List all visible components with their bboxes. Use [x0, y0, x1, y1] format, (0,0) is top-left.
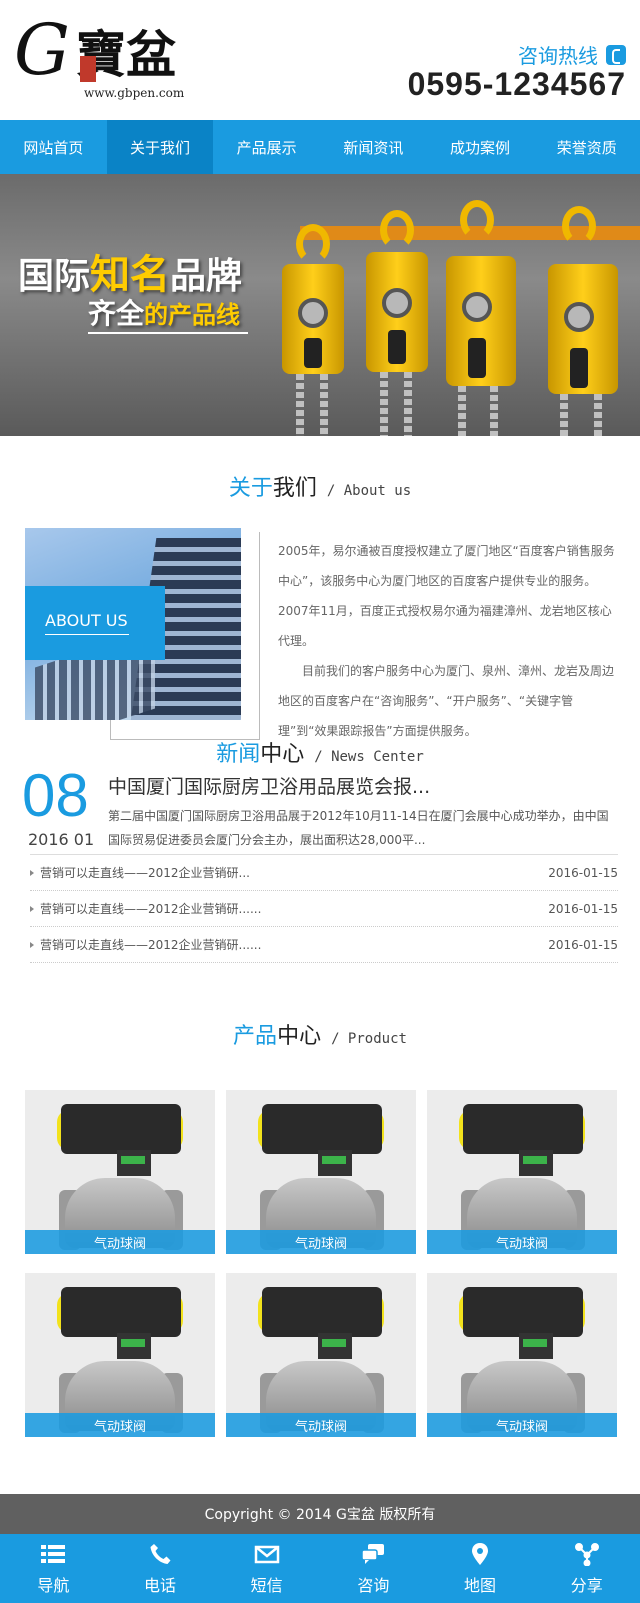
news-list: 营销可以走直线——2012企业营销研... 2016-01-15 营销可以走直线…	[30, 854, 618, 963]
main-nav: 网站首页 关于我们 产品展示 新闻资讯 成功案例 荣誉资质	[0, 120, 640, 174]
product-card[interactable]: 气动球阀	[226, 1090, 416, 1254]
product-name: 气动球阀	[427, 1413, 617, 1437]
product-card[interactable]: 气动球阀	[427, 1273, 617, 1437]
product-card[interactable]: 气动球阀	[25, 1273, 215, 1437]
logo-url: www.gbpen.com	[84, 86, 185, 100]
product-card[interactable]: 气动球阀	[427, 1090, 617, 1254]
product-name: 气动球阀	[25, 1413, 215, 1437]
bottom-bar-share[interactable]: 分享	[533, 1534, 640, 1603]
chain-hoist-image	[366, 210, 428, 372]
hero-banner[interactable]: 国际知名品牌 齐全的产品线	[0, 174, 640, 436]
mail-icon	[254, 1545, 279, 1563]
valve-actuator-image	[262, 1104, 382, 1154]
chain-image	[404, 372, 412, 436]
product-name: 气动球阀	[25, 1230, 215, 1254]
chain-image	[320, 374, 328, 436]
about-title: 关于我们 / About us	[228, 476, 412, 501]
phone-number[interactable]: 0595-1234567	[408, 66, 626, 103]
news-date: 2016-01-15	[548, 937, 618, 952]
nav-item-honors[interactable]: 荣誉资质	[533, 120, 640, 174]
chain-image	[560, 394, 568, 436]
news-section: 新闻中心 / News Center 08 2016 01 中国厦门国际厨房卫浴用…	[0, 726, 640, 1006]
about-us-badge[interactable]: ABOUT US	[25, 586, 165, 660]
phone-icon	[606, 44, 626, 65]
bottom-bar-phone[interactable]: 电话	[107, 1534, 214, 1603]
valve-actuator-image	[61, 1104, 181, 1154]
product-name: 气动球阀	[427, 1230, 617, 1254]
banner-slogan-line2: 齐全的产品线	[88, 297, 241, 330]
news-title: 新闻中心 / News Center	[216, 742, 424, 767]
about-paragraph: 2005年，易尔通被百度授权建立了厦门地区“百度客户销售服务中心”，该服务中心为…	[278, 544, 615, 648]
chain-image	[296, 374, 304, 436]
chain-hoist-image	[548, 206, 618, 394]
valve-actuator-image	[61, 1287, 181, 1337]
chain-image	[490, 386, 498, 436]
valve-actuator-image	[463, 1287, 583, 1337]
news-date: 2016-01-15	[548, 901, 618, 916]
products-title: 产品中心 / Product	[233, 1024, 407, 1049]
bottom-bar-consult[interactable]: 咨询	[320, 1534, 427, 1603]
nav-item-products[interactable]: 产品展示	[213, 120, 320, 174]
product-name: 气动球阀	[226, 1413, 416, 1437]
copyright: Copyright © 2014 G宝盆 版权所有	[0, 1494, 640, 1534]
menu-icon	[41, 1544, 66, 1563]
about-text: 2005年，易尔通被百度授权建立了厦门地区“百度客户销售服务中心”，该服务中心为…	[278, 536, 618, 746]
valve-actuator-image	[262, 1287, 382, 1337]
chain-image	[458, 386, 466, 436]
phone-icon	[150, 1543, 171, 1564]
bottom-action-bar: 导航 电话 短信 咨询 地图 分享	[0, 1534, 640, 1603]
chain-image	[594, 394, 602, 436]
product-card[interactable]: 气动球阀	[226, 1273, 416, 1437]
arrow-right-icon	[30, 869, 34, 876]
news-featured-year-month: 2016 01	[28, 830, 95, 849]
chat-icon	[361, 1543, 385, 1564]
banner-underline	[88, 332, 248, 334]
bottom-bar-map[interactable]: 地图	[427, 1534, 534, 1603]
share-icon	[574, 1542, 599, 1566]
news-featured-day: 08	[22, 762, 89, 829]
hotline-label: 咨询热线	[518, 44, 598, 68]
news-list-item[interactable]: 营销可以走直线——2012企业营销研...... 2016-01-15	[30, 891, 618, 927]
news-list-item[interactable]: 营销可以走直线——2012企业营销研... 2016-01-15	[30, 855, 618, 891]
arrow-right-icon	[30, 905, 34, 912]
svg-text:G: G	[14, 12, 70, 91]
products-section: 产品中心 / Product 气动球阀 气动球阀 气动球阀 气动球阀 气动球阀 气…	[0, 1006, 640, 1466]
bottom-bar-sms[interactable]: 短信	[213, 1534, 320, 1603]
nav-item-cases[interactable]: 成功案例	[427, 120, 534, 174]
chain-hoist-image	[282, 224, 344, 374]
site-header: G 寶盆 www.gbpen.com 咨询热线 0595-1234567	[0, 0, 640, 120]
news-featured-headline[interactable]: 中国厦门国际厨房卫浴用品展览会报...	[108, 772, 430, 799]
valve-actuator-image	[463, 1104, 583, 1154]
news-list-item[interactable]: 营销可以走直线——2012企业营销研...... 2016-01-15	[30, 927, 618, 963]
nav-item-home[interactable]: 网站首页	[0, 120, 107, 174]
map-pin-icon	[472, 1542, 489, 1565]
hotline: 咨询热线	[518, 40, 626, 69]
nav-item-about[interactable]: 关于我们	[106, 120, 214, 174]
chain-hoist-image	[446, 200, 516, 386]
chain-image	[380, 372, 388, 436]
news-featured-summary: 第二届中国厦门国际厨房卫浴用品展于2012年10月11-14日在厦门会展中心成功…	[108, 809, 609, 847]
nav-item-news[interactable]: 新闻资讯	[320, 120, 427, 174]
arrow-right-icon	[30, 941, 34, 948]
product-name: 气动球阀	[226, 1230, 416, 1254]
product-card[interactable]: 气动球阀	[25, 1090, 215, 1254]
about-section: 关于我们 / About us ABOUT US 2005年，易尔通被百度授权建立…	[0, 436, 640, 740]
bottom-bar-nav[interactable]: 导航	[0, 1534, 107, 1603]
news-date: 2016-01-15	[548, 865, 618, 880]
